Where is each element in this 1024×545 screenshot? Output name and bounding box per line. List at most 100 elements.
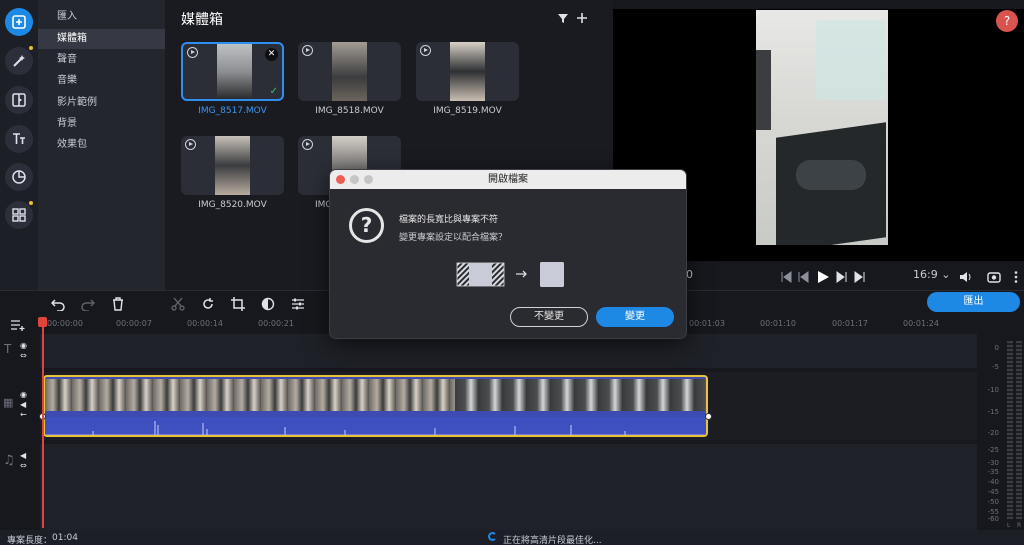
undo-icon[interactable] (51, 297, 65, 311)
close-icon[interactable]: ✕ (265, 48, 278, 61)
notification-dot (29, 46, 33, 50)
redo-icon[interactable] (81, 297, 95, 311)
category-sound[interactable]: 聲音 (38, 50, 165, 70)
meter-label: -10 (987, 386, 999, 394)
category-media-bin[interactable]: 媒體箱 (38, 29, 165, 49)
link-icon[interactable]: ⇔ (20, 351, 27, 360)
meter-label: -15 (987, 408, 999, 416)
change-button[interactable]: 變更 (596, 307, 674, 327)
waveform (45, 421, 706, 435)
video-icon (185, 139, 196, 150)
volume-icon (960, 272, 971, 282)
notification-dot (29, 201, 33, 205)
category-music[interactable]: 音樂 (38, 71, 165, 91)
add-track-icon[interactable] (10, 319, 26, 331)
export-button[interactable]: 匯出 (927, 292, 1020, 312)
meter-label: -45 (987, 488, 999, 496)
media-item[interactable]: ✕ ✓ (181, 42, 284, 101)
title-track-header: T ◉ ⇔ (0, 341, 40, 362)
clip-audio-waveform (45, 417, 706, 435)
meter-label: -35 (987, 468, 999, 476)
clip-handle-right[interactable] (705, 413, 712, 420)
time-readout: 0 (686, 268, 693, 281)
video-editor-window: 匯入 媒體箱 聲音 音樂 影片範例 背景 效果包 媒體箱 ✕ ✓ IMG_851… (0, 0, 1024, 545)
category-backgrounds[interactable]: 背景 (38, 114, 165, 134)
check-icon: ✓ (269, 86, 278, 97)
audio-level-meter: 0 -5 -10 -15 -20 -25 -30 -35 -40 -45 -50… (977, 316, 1024, 530)
visibility-icon[interactable]: ◉ (20, 390, 27, 399)
more-options-icon (1014, 271, 1018, 283)
meter-label: -25 (987, 446, 999, 454)
meter-bar-left (1007, 341, 1013, 519)
link-icon[interactable]: ⇔ (20, 461, 27, 470)
ruler-tick: 00:00:07 (116, 319, 152, 328)
meter-label: -60 (987, 515, 999, 523)
music-icon: ♫ (3, 453, 15, 468)
dialog-title: 開啟檔案 (488, 174, 528, 185)
video-track-icon: ▦ (3, 396, 14, 409)
media-bin-title: 媒體箱 (181, 12, 223, 28)
status-progress-text: 正在將高清片段最佳化... (503, 536, 602, 545)
titles-icon: T (4, 342, 12, 356)
meter-label: -5 (992, 363, 999, 371)
tool-rail (0, 0, 38, 290)
dont-change-button[interactable]: 不變更 (510, 307, 588, 327)
meter-label: -50 (987, 498, 999, 506)
play-icon (818, 271, 829, 283)
volume-icon[interactable]: ◀ (20, 451, 26, 460)
delete-icon[interactable] (111, 297, 125, 311)
color-adjust-icon[interactable] (261, 297, 275, 311)
video-clip[interactable] (43, 375, 708, 437)
volume-icon[interactable]: ◀ (20, 400, 26, 409)
video-icon (302, 139, 313, 150)
aspect-ratio-select[interactable]: 16:9 ⌄ (913, 268, 950, 281)
meter-label: 0 (994, 344, 999, 352)
media-item-label: IMG_8520.MOV (198, 200, 267, 210)
arrow-left-icon[interactable]: ← (20, 410, 27, 419)
spinner-icon (488, 532, 497, 541)
chevron-down-icon: ⌄ (941, 268, 951, 281)
ruler-tick: 00:01:17 (832, 319, 868, 328)
playback-controls (781, 271, 865, 283)
rotate-icon[interactable] (201, 297, 215, 311)
category-panel: 匯入 媒體箱 聲音 音樂 影片範例 背景 效果包 (38, 0, 165, 290)
import-icon[interactable] (5, 8, 33, 36)
step-forward-icon (836, 271, 847, 283)
visibility-icon[interactable]: ◉ (20, 341, 27, 350)
video-icon (420, 45, 431, 56)
meter-label: -40 (987, 478, 999, 486)
media-item-label: IMG_8517.MOV (198, 106, 267, 116)
crop-icon[interactable] (231, 297, 245, 311)
transitions-icon[interactable] (5, 86, 33, 114)
ruler-tick: 00:00:14 (187, 319, 223, 328)
more-tools-icon[interactable] (5, 201, 33, 229)
ruler-tick: 00:00:21 (258, 319, 294, 328)
meter-channel: R (1017, 522, 1022, 529)
open-file-dialog: 開啟檔案 ? 檔案的長寬比與專案不符 變更專案設定以配合檔案？ 不變更 變更 (329, 169, 687, 339)
media-item[interactable] (298, 42, 401, 101)
category-import[interactable]: 匯入 (38, 7, 165, 27)
magic-wand-icon[interactable] (5, 47, 33, 75)
meter-channel: L (1007, 522, 1011, 529)
split-icon[interactable] (171, 297, 185, 311)
filter-icon[interactable] (556, 11, 570, 25)
add-icon[interactable] (575, 11, 589, 25)
playhead-handle[interactable] (38, 317, 47, 327)
clip-filmstrip (455, 379, 706, 411)
clip-properties-icon[interactable] (291, 297, 305, 311)
playhead[interactable] (42, 318, 44, 528)
media-item[interactable] (416, 42, 519, 101)
music-track (40, 444, 977, 530)
help-button[interactable]: ? (996, 10, 1018, 32)
category-effect-packs[interactable]: 效果包 (38, 135, 165, 155)
title-track (40, 334, 977, 368)
aspect-conversion-icon (456, 262, 564, 287)
meter-label: -30 (987, 459, 999, 467)
stickers-icon[interactable] (5, 163, 33, 191)
video-icon (187, 47, 198, 58)
titles-icon[interactable] (5, 125, 33, 153)
category-sample-videos[interactable]: 影片範例 (38, 93, 165, 113)
media-item[interactable] (181, 136, 284, 195)
ruler-tick: 00:00:00 (47, 319, 83, 328)
media-item-label: IMG_8519.MOV (433, 106, 502, 116)
